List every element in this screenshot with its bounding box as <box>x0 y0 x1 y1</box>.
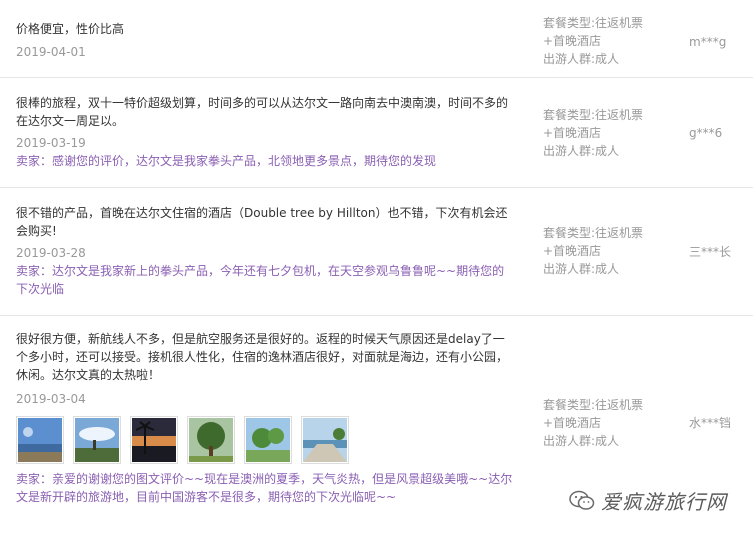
review-list: 价格便宜，性价比高 2019-04-01 套餐类型:往返机票 +首晚酒店 出游人… <box>0 0 753 533</box>
package-info: 套餐类型:往返机票 +首晚酒店 出游人群:成人 <box>543 396 683 450</box>
review-date: 2019-03-04 <box>16 392 86 406</box>
coast-walkway-photo[interactable] <box>301 416 349 464</box>
package-hotel: +首晚酒店 <box>543 126 602 140</box>
package-type: 套餐类型:往返机票 <box>543 398 644 412</box>
park-photo[interactable] <box>244 416 292 464</box>
package-info: 套餐类型:往返机票 +首晚酒店 出游人群:成人 <box>543 106 683 160</box>
reviewer-name: 三***长 <box>689 245 732 259</box>
review-date: 2019-04-01 <box>16 45 86 59</box>
package-info: 套餐类型:往返机票 +首晚酒店 出游人群:成人 <box>543 224 683 278</box>
seller-reply: 卖家：达尔文是我家新上的拳头产品，今年还有七夕包机，在天空参观乌鲁鲁呢~~期待您… <box>16 264 505 296</box>
review-text: 很棒的旅程，双十一特价超级划算，时间多的可以从达尔文一路向南去中澳南澳，时间不多… <box>16 96 509 128</box>
review-item: 价格便宜，性价比高 2019-04-01 套餐类型:往返机票 +首晚酒店 出游人… <box>0 0 753 78</box>
review-text: 价格便宜，性价比高 <box>16 22 125 36</box>
seller-reply: 卖家：亲爱的谢谢您的图文评价~~现在是澳洲的夏季，天气炎热，但是风景超级美哦~~… <box>16 472 513 504</box>
package-hotel: +首晚酒店 <box>543 34 602 48</box>
package-type: 套餐类型:往返机票 <box>543 226 644 240</box>
reviewer-name: g***6 <box>689 126 723 140</box>
reviewer-name: m***g <box>689 35 727 49</box>
review-photos <box>16 416 516 464</box>
package-type: 套餐类型:往返机票 <box>543 16 644 30</box>
watermark: 爱疯游旅行网 <box>569 486 727 515</box>
package-type: 套餐类型:往返机票 <box>543 108 644 122</box>
tree-photo[interactable] <box>187 416 235 464</box>
palm-sunset-photo[interactable] <box>130 416 178 464</box>
package-hotel: +首晚酒店 <box>543 244 602 258</box>
package-info: 套餐类型:往返机票 +首晚酒店 出游人群:成人 <box>543 14 683 68</box>
seller-reply: 卖家：感谢您的评价，达尔文是我家拳头产品，北领地更多景点，期待您的发现 <box>16 154 437 168</box>
wechat-icon <box>569 490 595 510</box>
review-text: 很好很方便，新航线人不多，但是航空服务还是很好的。返程的时候天气原因还是dela… <box>16 332 509 382</box>
reviewer-name: 水***铛 <box>689 416 732 430</box>
review-date: 2019-03-19 <box>16 136 86 150</box>
traveler-group: 出游人群:成人 <box>543 434 620 448</box>
watermark-text: 爱疯游旅行网 <box>601 490 727 514</box>
review-date: 2019-03-28 <box>16 246 86 260</box>
review-text: 很不错的产品，首晚在达尔文住宿的酒店（Double tree by Hillto… <box>16 206 508 238</box>
review-item: 很棒的旅程，双十一特价超级划算，时间多的可以从达尔文一路向南去中澳南澳，时间不多… <box>0 78 753 188</box>
traveler-group: 出游人群:成人 <box>543 52 620 66</box>
sky-photo[interactable] <box>73 416 121 464</box>
beach-photo[interactable] <box>16 416 64 464</box>
review-item: 很不错的产品，首晚在达尔文住宿的酒店（Double tree by Hillto… <box>0 188 753 316</box>
traveler-group: 出游人群:成人 <box>543 262 620 276</box>
traveler-group: 出游人群:成人 <box>543 144 620 158</box>
package-hotel: +首晚酒店 <box>543 416 602 430</box>
